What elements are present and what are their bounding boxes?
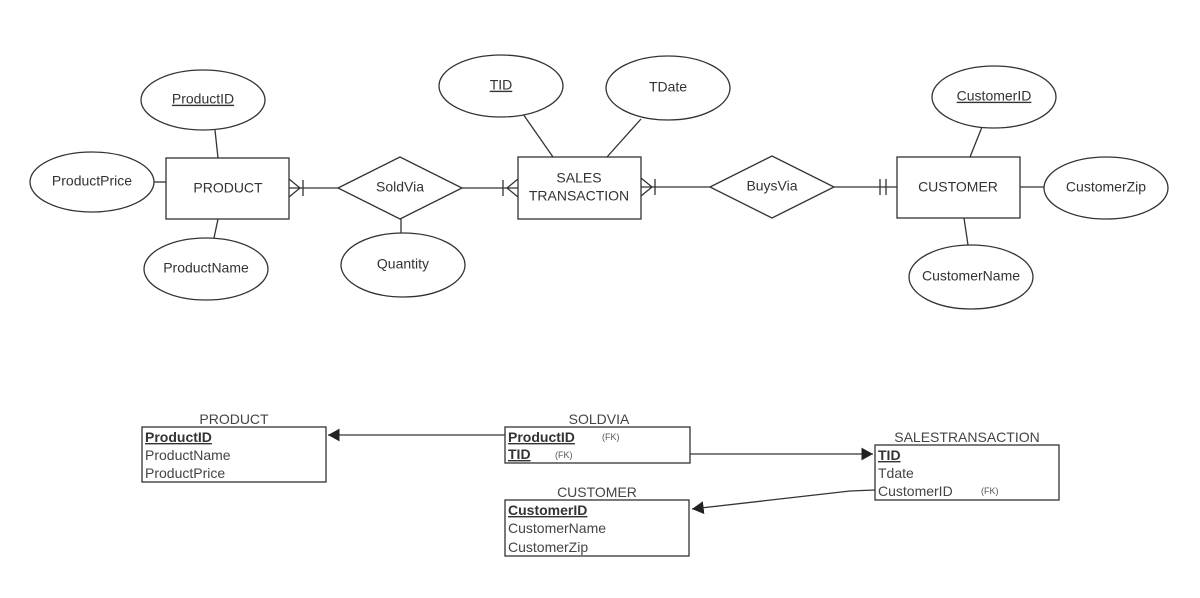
svg-text:SoldVia: SoldVia xyxy=(376,179,424,195)
svg-text:CustomerID: CustomerID xyxy=(508,502,587,518)
attr-customer-name: CustomerName xyxy=(908,244,1034,310)
attr-tid: TID xyxy=(438,54,564,118)
svg-text:ProductID: ProductID xyxy=(508,429,575,445)
relationship-soldvia: SoldVia xyxy=(336,156,464,220)
er-diagram-canvas: ProductID ProductPrice ProductName Quant… xyxy=(29,54,1169,557)
table-title: PRODUCT xyxy=(199,411,269,427)
svg-text:PRODUCT: PRODUCT xyxy=(193,180,263,196)
svg-text:CUSTOMER: CUSTOMER xyxy=(918,179,998,195)
svg-text:(FK): (FK) xyxy=(602,432,620,442)
entity-sales-transaction: SALES TRANSACTION xyxy=(517,156,642,220)
svg-text:TID: TID xyxy=(878,447,901,463)
svg-text:Quantity: Quantity xyxy=(377,256,429,272)
table-title: SOLDVIA xyxy=(569,411,630,427)
svg-text:CustomerID: CustomerID xyxy=(957,88,1032,104)
attr-tdate: TDate xyxy=(605,55,731,121)
table-title: CUSTOMER xyxy=(557,484,637,500)
svg-text:ProductName: ProductName xyxy=(145,447,231,463)
svg-text:(FK): (FK) xyxy=(555,450,573,460)
svg-text:CustomerName: CustomerName xyxy=(922,268,1020,284)
table-salestransaction: SALESTRANSACTION TID Tdate CustomerID (F… xyxy=(874,429,1060,501)
svg-text:TDate: TDate xyxy=(649,79,687,95)
table-product: PRODUCT ProductID ProductName ProductPri… xyxy=(141,411,327,483)
attr-customer-zip: CustomerZip xyxy=(1043,156,1169,220)
attr-product-name: ProductName xyxy=(143,237,269,301)
entity-customer: CUSTOMER xyxy=(896,156,1021,219)
table-customer: CUSTOMER CustomerID CustomerName Custome… xyxy=(504,484,690,557)
attr-customer-id: CustomerID xyxy=(931,65,1057,129)
attr-product-id: ProductID xyxy=(140,69,266,131)
fk-arrow-salestransaction-customer xyxy=(691,489,876,515)
svg-text:CustomerName: CustomerName xyxy=(508,520,606,536)
svg-text:(FK): (FK) xyxy=(981,486,999,496)
svg-text:ProductID: ProductID xyxy=(145,429,212,445)
svg-text:CustomerZip: CustomerZip xyxy=(1066,179,1146,195)
svg-text:ProductPrice: ProductPrice xyxy=(52,173,132,189)
svg-text:CustomerID: CustomerID xyxy=(878,483,953,499)
relationship-buysvia: BuysVia xyxy=(708,155,836,219)
table-title: SALESTRANSACTION xyxy=(894,429,1039,445)
svg-text:BuysVia: BuysVia xyxy=(746,178,797,194)
attr-quantity: Quantity xyxy=(340,232,466,298)
table-soldvia: SOLDVIA ProductID (FK) TID (FK) xyxy=(504,411,691,464)
svg-text:ProductName: ProductName xyxy=(163,260,249,276)
svg-text:ProductPrice: ProductPrice xyxy=(145,465,225,481)
svg-text:SALES: SALES xyxy=(556,170,601,186)
svg-text:Tdate: Tdate xyxy=(878,465,914,481)
svg-text:TID: TID xyxy=(508,446,531,462)
svg-text:CustomerZip: CustomerZip xyxy=(508,539,588,555)
attr-product-price: ProductPrice xyxy=(29,151,155,213)
svg-text:ProductID: ProductID xyxy=(172,91,234,107)
svg-text:TID: TID xyxy=(490,77,513,93)
svg-text:TRANSACTION: TRANSACTION xyxy=(529,188,629,204)
entity-product: PRODUCT xyxy=(165,157,290,220)
